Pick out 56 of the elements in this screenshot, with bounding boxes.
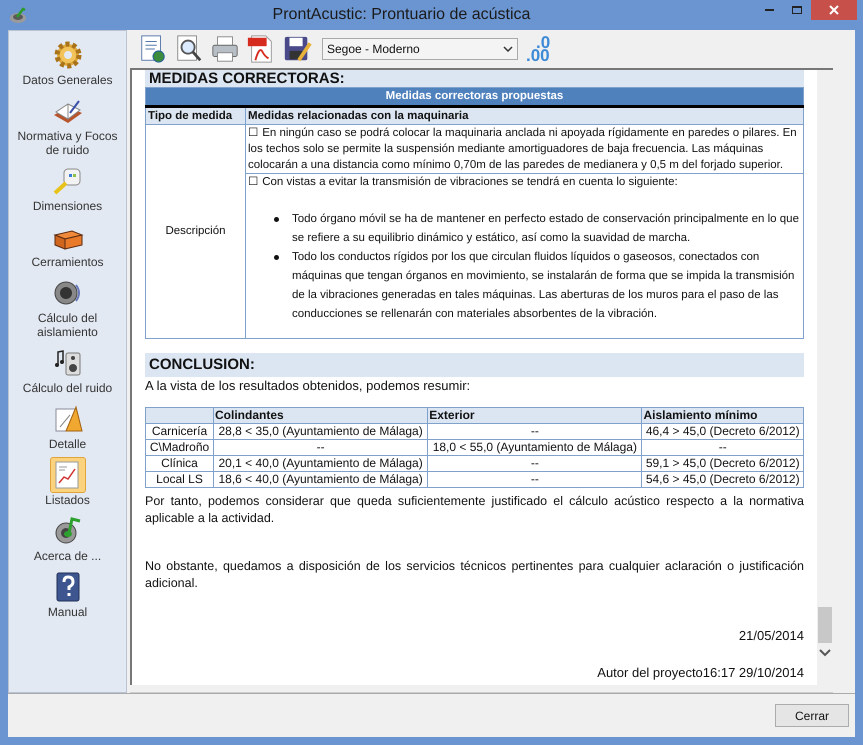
gear-icon xyxy=(52,39,84,71)
row-label: Carnicería xyxy=(146,424,214,440)
column-header: Aislamiento mínimo xyxy=(642,408,804,424)
table-cell: 54,6 > 45,0 (Decreto 6/2012) xyxy=(642,472,804,488)
printer-icon[interactable] xyxy=(210,34,240,64)
sidebar-item[interactable]: Normativa y Focos de ruido xyxy=(9,91,126,161)
sidebar-item[interactable]: Manual xyxy=(9,567,126,623)
sidebar-item[interactable]: Acerca de ... xyxy=(9,511,126,567)
close-dialog-button[interactable]: Cerrar xyxy=(775,704,849,727)
sidebar-item[interactable]: Detalle xyxy=(9,399,126,455)
window-title: ProntAcustic: Prontuario de acústica xyxy=(272,5,532,25)
table-cell: 20,1 < 40,0 (Ayuntamiento de Málaga) xyxy=(214,456,428,472)
sidebar-item[interactable]: Cálculo del ruido xyxy=(9,343,126,399)
sidebar-item[interactable]: Cerramientos xyxy=(9,217,126,273)
table-cell: -- xyxy=(428,456,642,472)
sidebar-item[interactable]: Dimensiones xyxy=(9,161,126,217)
date-text: 21/05/2014 xyxy=(738,627,804,646)
font-dropdown[interactable]: Segoe - Moderno xyxy=(322,38,518,60)
table-cell: 18,6 < 40,0 (Ayuntamiento de Málaga) xyxy=(214,472,428,488)
table-cell: -- xyxy=(428,472,642,488)
measure-text: ☐ Con vistas a evitar la transmisión de vibraciones se tendrá en cuenta lo siguiente: xyxy=(248,175,679,190)
caret-icon xyxy=(503,46,513,52)
table-cell: Descripción xyxy=(146,124,246,339)
author-text: Autor del proyecto16:17 29/10/2014 xyxy=(597,664,804,682)
table-cell: 28,8 < 35,0 (Ayuntamiento de Málaga) xyxy=(214,424,428,440)
section-heading: MEDIDAS CORRECTORAS: xyxy=(148,70,345,87)
row-label: C\Madroño xyxy=(146,440,214,456)
table-cell: -- xyxy=(214,440,428,456)
scroll-down-icon[interactable] xyxy=(819,649,831,657)
table-cell: -- xyxy=(642,440,804,456)
sidebar-item[interactable]: Listados xyxy=(9,455,126,511)
bullet-text: Todo órgano móvil se ha de mantener en perfecto estado de conservación principalmente en lo que se refiere a su equilibrio dinámico y estático, así como la suavidad de marcha. xyxy=(292,212,799,246)
measure-text: ☐ En ningún caso se podrá colocar la maquinaria anclada ni apoyada rígidamente en paredes o pilares. En los techos solo se permite la suspensión mediante amortiguadores de baja frecuencia. Las máquinas colocarán a una distancia como mínimo 0,70m de las paredes de medianera y 0,5 m del forjado superior. xyxy=(248,126,798,174)
close-button[interactable] xyxy=(811,0,857,20)
table-cell: 46,4 > 45,0 (Decreto 6/2012) xyxy=(642,424,804,440)
intro-text: A la vista de los resultados obtenidos, podemos resumir: xyxy=(145,377,472,396)
scrollbar-thumb[interactable] xyxy=(818,607,832,643)
table-cell: 18,0 < 55,0 (Ayuntamiento de Málaga) xyxy=(428,440,642,456)
column-header: Colindantes xyxy=(214,408,428,424)
sidebar-item[interactable]: Datos Generales xyxy=(9,35,126,91)
row-label: Clínica xyxy=(146,456,214,472)
bullet-icon xyxy=(274,255,279,260)
table-caption: Medidas correctoras propuestas xyxy=(146,88,804,107)
bullet-icon xyxy=(274,217,279,222)
app-icon xyxy=(8,6,28,24)
paragraph-text: No obstante, quedamos a disposición de los servicios técnicos pertinentes para cualquier aclaración o justificación adicional. xyxy=(145,558,804,592)
paragraph-text: Por tanto, podemos considerar que queda suficientemente justificado el cálculo acústico respecto a la normativa aplicable a la actividad. xyxy=(145,493,804,528)
column-header: Exterior xyxy=(428,408,642,424)
close-icon xyxy=(829,5,839,15)
row-label: Local LS xyxy=(146,472,214,488)
bullet-text: Todo los conductos rígidos por los que circulan fluidos líquidos o gaseosos, conectados con máquinas que tengan órganos en movimiento, se instalarán de forma que se impida la transmisión de la vibraciones generadas en tales máquinas. Las aberturas de los muros para el paso de las conducciones se rellenarán con materiales absorbentes de la vibración. xyxy=(292,250,796,322)
section-heading: CONCLUSION: xyxy=(148,355,255,375)
save-pencil-icon[interactable] xyxy=(282,34,312,64)
sidebar-item[interactable]: Cálculo del aislamiento xyxy=(9,273,126,343)
table-cell: -- xyxy=(428,424,642,440)
table-cell: 59,1 > 45,0 (Decreto 6/2012) xyxy=(642,456,804,472)
